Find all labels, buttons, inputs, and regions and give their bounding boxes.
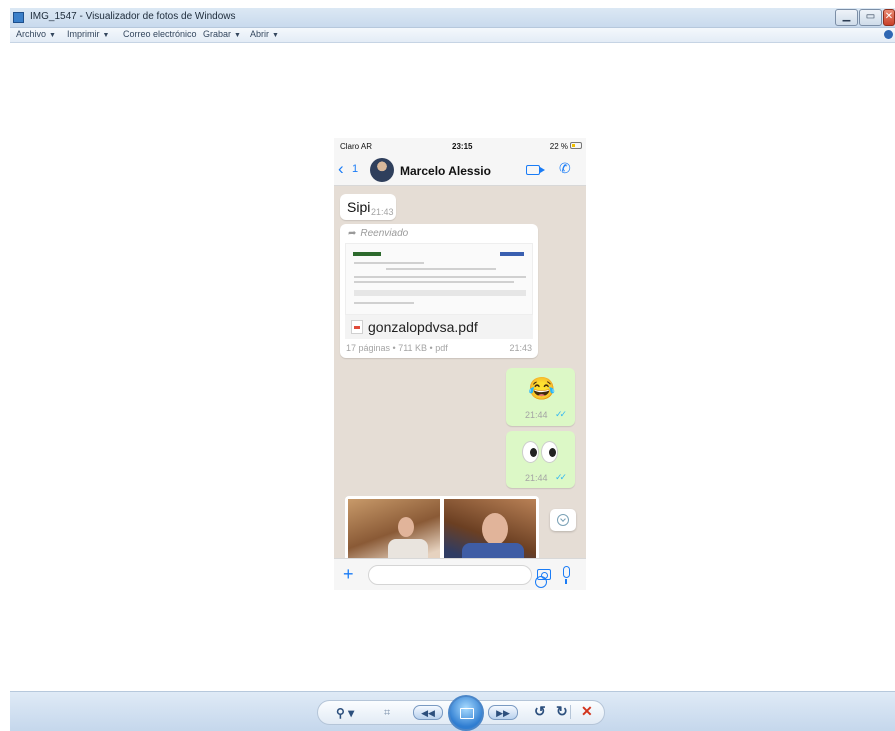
window-titlebar: IMG_1547 - Visualizador de fotos de Wind… [10,8,895,28]
carrier-label: Claro AR [340,142,373,151]
document-logo-right [500,252,524,256]
message-input [368,565,547,588]
document-message-bubble: ➦ Reenviado gonzalopdvsa.pdf 17 páginas •… [340,224,538,358]
message-bubble-incoming: Sipi 21:43 [340,194,396,220]
menu-correo-label: Correo electrónico [123,29,197,39]
photo-person [398,517,414,537]
minimize-button[interactable]: ▁ [835,9,858,26]
battery-percent: 22 % [549,142,568,151]
menu-abrir-label: Abrir [250,29,270,39]
eyes-emoji-icon [520,441,560,463]
message-composer: + [334,558,586,590]
actual-size-icon[interactable]: ⌗ [384,706,390,720]
photo-person [482,513,508,545]
message-time: 21:43 [371,207,394,217]
attach-plus-icon: + [343,564,354,584]
voice-call-icon: ✆ [559,160,571,176]
avatar [370,158,394,182]
file-name: gonzalopdvsa.pdf [368,319,478,335]
menu-archivo-label: Archivo [16,29,47,39]
rotate-right-icon[interactable]: ↻ [556,704,568,718]
document-text-line [354,302,414,304]
microphone-icon [563,566,570,584]
viewer-toolbar: ⚲ ▾ ⌗ ◀◀ ▶▶ ↺ ↻ ✕ [10,691,895,731]
delete-icon[interactable]: ✕ [581,704,593,718]
photo-viewer-app-icon [13,12,24,23]
menu-archivo[interactable]: Archivo ▼ [16,29,56,39]
laughing-emoji-icon: 😂 [528,376,556,401]
scroll-to-bottom-button [550,509,576,531]
menu-grabar-label: Grabar [203,29,232,39]
battery-icon [570,142,582,149]
document-text-line [354,262,424,264]
phone-clock: 23:15 [452,142,473,151]
toolbar-controls: ⚲ ▾ ⌗ ◀◀ ▶▶ ↺ ↻ ✕ [317,695,605,731]
previous-button[interactable]: ◀◀ [413,705,443,720]
dropdown-caret-icon: ▼ [272,32,279,39]
toolbar-separator [570,705,571,719]
chevron-down-icon [557,514,569,526]
dropdown-caret-icon: ▼ [102,32,110,39]
document-text-line [354,276,526,278]
dropdown-caret-icon: ▼ [234,32,241,39]
eye-shape [541,441,558,463]
read-receipt-icon: ✓✓ [555,472,567,482]
message-text: Sipi [347,199,371,215]
slideshow-button[interactable] [448,695,484,731]
message-time: 21:43 [509,343,532,353]
camera-icon [537,569,551,580]
phone-status-bar: Claro AR 23:15 22 % [334,138,586,154]
chat-header: ‹ 1 Marcelo Alessio ✆ [334,154,586,186]
message-time: 21:44 [525,410,548,420]
read-receipt-icon: ✓✓ [555,409,567,419]
chat-area: Sipi 21:43 ➦ Reenviado gonzalopdvsa.pdf 1… [334,186,586,565]
eye-shape [522,441,539,463]
file-meta: 17 páginas • 711 KB • pdf [346,343,448,353]
back-chevron-icon: ‹ [338,159,344,178]
zoom-icon[interactable]: ⚲ ▾ [336,706,354,720]
message-time: 21:44 [525,473,548,483]
window-controls: ▁ ▭ ✕ [835,9,895,26]
menu-imprimir-label: Imprimir [67,29,100,39]
pdf-file-icon [351,320,363,334]
document-table-row [354,290,526,296]
displayed-image: Claro AR 23:15 22 % ‹ 1 Marcelo Alessio … [334,138,586,590]
message-bubble-outgoing: 😂 21:44 ✓✓ [506,368,575,426]
close-button[interactable]: ✕ [883,9,895,26]
file-attachment-row: gonzalopdvsa.pdf [345,315,533,339]
window-title: IMG_1547 - Visualizador de fotos de Wind… [30,11,236,22]
photo-thumbnail [444,499,536,565]
menu-imprimir[interactable]: Imprimir ▼ [67,29,109,39]
video-call-icon [526,165,545,175]
contact-name: Marcelo Alessio [400,164,491,178]
forwarded-label: ➦ Reenviado [348,228,408,239]
document-logo-left [353,252,381,256]
next-button[interactable]: ▶▶ [488,705,518,720]
dropdown-caret-icon: ▼ [49,32,56,39]
forward-arrow-icon: ➦ [348,228,357,239]
unread-count: 1 [352,163,359,175]
document-text-line [354,281,514,283]
message-bubble-outgoing: 21:44 ✓✓ [506,431,575,488]
document-text-line [386,268,496,270]
photo-album-bubble [345,496,539,565]
menu-bar: Archivo ▼ Imprimir ▼ Correo electrónico Gr… [10,28,895,43]
pdf-thumbnail [345,243,533,315]
maximize-button[interactable]: ▭ [859,9,882,26]
forwarded-text: Reenviado [360,228,409,239]
menu-abrir[interactable]: Abrir ▼ [250,29,279,39]
help-icon[interactable] [884,30,893,39]
menu-grabar[interactable]: Grabar ▼ [203,29,241,39]
menu-correo-electronico[interactable]: Correo electrónico [123,29,197,39]
photo-thumbnail [348,499,440,565]
rotate-left-icon[interactable]: ↺ [534,704,546,718]
